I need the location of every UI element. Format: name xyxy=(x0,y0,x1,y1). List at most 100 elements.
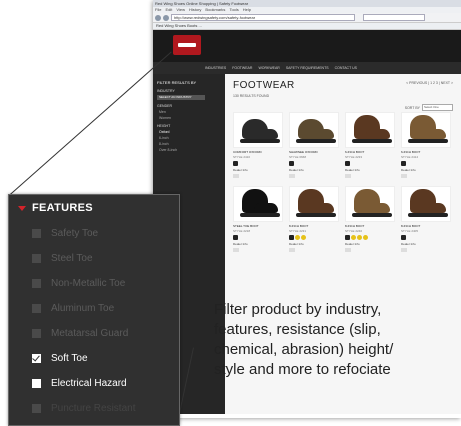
dealer-link[interactable]: Dealer Info xyxy=(345,168,395,172)
product-card[interactable]: SHAWNEE OXFORD Style 6668 Dealer Info xyxy=(289,112,339,178)
shoe-toe xyxy=(310,129,334,139)
menu-item-bookmarks[interactable]: Bookmarks xyxy=(205,7,225,13)
nav-item-safety-requirements[interactable]: Safety Requirements xyxy=(286,66,329,70)
product-badges xyxy=(289,161,339,166)
checkbox-icon[interactable] xyxy=(32,354,41,363)
shoe-sole xyxy=(240,139,280,143)
features-header[interactable]: FEATURES xyxy=(9,195,179,221)
nav-item-workwear[interactable]: Workwear xyxy=(258,66,279,70)
product-name[interactable]: 8-INCH BOOT xyxy=(289,224,339,228)
compare-checkbox[interactable] xyxy=(233,174,239,178)
product-card[interactable]: STEEL TOE BOOT Style 2218 Dealer Info xyxy=(233,186,283,252)
product-style: Style 2414 xyxy=(401,155,419,159)
product-image[interactable] xyxy=(401,112,451,148)
checkbox-icon[interactable] xyxy=(32,304,41,313)
product-image[interactable] xyxy=(233,186,283,222)
product-name[interactable]: STEEL TOE BOOT xyxy=(233,224,283,228)
menu-item-help[interactable]: Help xyxy=(243,7,251,13)
product-badges xyxy=(233,235,283,240)
nav-item-industries[interactable]: Industries xyxy=(205,66,226,70)
product-name[interactable]: SHAWNEE OXFORD xyxy=(289,150,339,154)
product-card[interactable]: 8-INCH BOOT Style 2405 Dealer Info xyxy=(401,186,451,252)
product-name[interactable]: 8-INCH BOOT xyxy=(401,224,451,228)
feature-option-electrical-hazard[interactable]: Electrical Hazard xyxy=(9,371,179,396)
product-card[interactable]: 8-INCH BOOT Style 2231 Dealer Info xyxy=(289,186,339,252)
checkbox-icon[interactable] xyxy=(32,254,41,263)
height-option[interactable]: 6-inch xyxy=(153,136,225,140)
checkbox-icon[interactable] xyxy=(32,379,41,388)
height-option[interactable]: Over 8-inch xyxy=(153,148,225,152)
product-image[interactable] xyxy=(289,186,339,222)
menu-item-view[interactable]: View xyxy=(176,7,185,13)
compare-checkbox[interactable] xyxy=(401,174,407,178)
feature-option-safety-toe[interactable]: Safety Toe xyxy=(9,221,179,246)
compare-checkbox[interactable] xyxy=(345,248,351,252)
compare-checkbox[interactable] xyxy=(401,248,407,252)
compare-checkbox[interactable] xyxy=(289,174,295,178)
industry-select[interactable]: SELECT AN INDUSTRY xyxy=(157,95,205,100)
product-image[interactable] xyxy=(289,112,339,148)
certification-badge-icon xyxy=(357,235,362,240)
dealer-link[interactable]: Dealer Info xyxy=(345,242,395,246)
product-badges xyxy=(345,235,395,240)
nav-item-footwear[interactable]: Footwear xyxy=(232,66,252,70)
product-image[interactable] xyxy=(345,186,395,222)
product-badges xyxy=(289,235,339,240)
pagination[interactable]: < PREVIOUS | 1 2 3 | NEXT > xyxy=(406,81,453,85)
dealer-link[interactable]: Dealer Info xyxy=(401,168,451,172)
product-card[interactable]: 6-INCH BOOT Style 2414 Dealer Info xyxy=(401,112,451,178)
product-image[interactable] xyxy=(345,112,395,148)
dealer-link[interactable]: Dealer Info xyxy=(401,242,451,246)
product-image[interactable] xyxy=(401,186,451,222)
red-wing-logo-icon[interactable] xyxy=(173,35,201,55)
feature-option-label: Aluminum Toe xyxy=(51,303,115,314)
back-button-icon[interactable] xyxy=(155,14,161,21)
feature-option-non-metallic-toe[interactable]: Non-Metallic Toe xyxy=(9,271,179,296)
height-heading: HEIGHT xyxy=(157,124,171,128)
compare-checkbox[interactable] xyxy=(233,248,239,252)
feature-option-aluminum-toe[interactable]: Aluminum Toe xyxy=(9,296,179,321)
feature-option-puncture-resistant[interactable]: Puncture Resistant xyxy=(9,396,179,421)
menu-item-file[interactable]: File xyxy=(155,7,161,13)
product-card[interactable]: COMFORT OXFORD Style 2410 Dealer Info xyxy=(233,112,283,178)
product-name[interactable]: 6-INCH BOOT xyxy=(345,150,395,154)
dealer-link[interactable]: Dealer Info xyxy=(289,242,339,246)
dealer-link[interactable]: Dealer Info xyxy=(233,168,283,172)
forward-button-icon[interactable] xyxy=(163,14,169,21)
checkbox-icon[interactable] xyxy=(32,229,41,238)
dealer-link[interactable]: Dealer Info xyxy=(233,242,283,246)
nav-item-contact-us[interactable]: Contact Us xyxy=(335,66,357,70)
product-name[interactable]: 8-INCH BOOT xyxy=(345,224,395,228)
height-option[interactable]: 8-inch xyxy=(153,142,225,146)
product-image[interactable] xyxy=(233,112,283,148)
shoe-sole xyxy=(352,139,392,143)
sort-select[interactable]: Select One xyxy=(422,104,453,111)
checkbox-icon[interactable] xyxy=(32,329,41,338)
address-bar[interactable]: http://www.redwingsafety.com/safety-foot… xyxy=(171,14,355,21)
gender-option[interactable]: Women xyxy=(153,116,225,120)
compare-checkbox[interactable] xyxy=(289,248,295,252)
checkbox-icon[interactable] xyxy=(32,404,41,413)
checkbox-icon[interactable] xyxy=(32,279,41,288)
menu-item-history[interactable]: History xyxy=(189,7,201,13)
feature-option-metatarsal-guard[interactable]: Metatarsal Guard xyxy=(9,321,179,346)
product-name[interactable]: COMFORT OXFORD xyxy=(233,150,283,154)
product-card[interactable]: 8-INCH BOOT Style 2240 Dealer Info xyxy=(345,186,395,252)
browser-search-input[interactable] xyxy=(363,14,425,21)
product-card[interactable]: 6-INCH BOOT Style 2233 Dealer Info xyxy=(345,112,395,178)
product-style: Style 6668 xyxy=(289,155,307,159)
bookmark-bar[interactable]: Red Wing Shoes Boots ... xyxy=(153,23,461,30)
menu-item-edit[interactable]: Edit xyxy=(165,7,172,13)
menu-item-tools[interactable]: Tools xyxy=(229,7,238,13)
features-filter-panel: FEATURES Safety Toe Steel Toe Non-Metallic… xyxy=(8,194,180,426)
product-badges xyxy=(401,161,451,166)
feature-option-soft-toe[interactable]: Soft Toe xyxy=(9,346,179,371)
feature-option-steel-toe[interactable]: Steel Toe xyxy=(9,246,179,271)
dealer-link[interactable]: Dealer Info xyxy=(289,168,339,172)
height-option[interactable]: Oxford xyxy=(153,130,225,134)
feature-option-label: Metatarsal Guard xyxy=(51,328,129,339)
product-style: Style 2233 xyxy=(345,155,363,159)
compare-checkbox[interactable] xyxy=(345,174,351,178)
product-name[interactable]: 6-INCH BOOT xyxy=(401,150,451,154)
gender-option[interactable]: Men xyxy=(153,110,225,114)
